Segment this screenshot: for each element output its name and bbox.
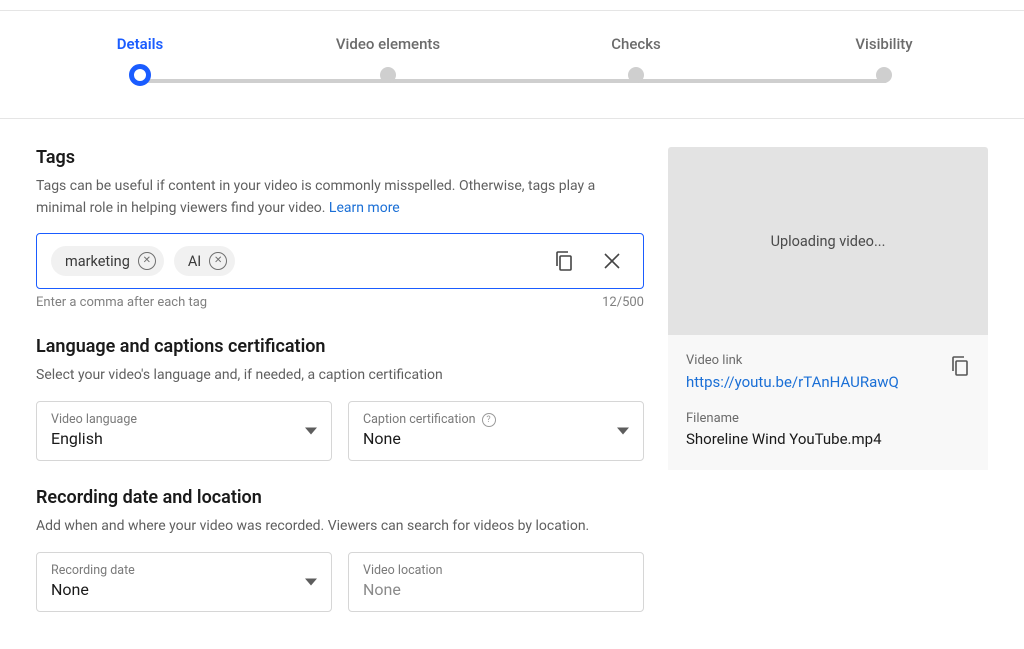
tags-chip-list: marketing ✕ AI ✕ bbox=[51, 246, 235, 276]
tag-chip: marketing ✕ bbox=[51, 246, 164, 276]
video-link[interactable]: https://youtu.be/rTAnHAURawQ bbox=[686, 373, 899, 391]
step-label: Checks bbox=[611, 35, 661, 53]
field-placeholder: None bbox=[363, 580, 629, 599]
tag-chip-label: AI bbox=[188, 253, 201, 270]
remove-tag-icon[interactable]: ✕ bbox=[209, 252, 227, 270]
tags-counter: 12/500 bbox=[602, 295, 644, 310]
chevron-down-icon bbox=[617, 428, 629, 435]
help-icon[interactable]: ? bbox=[482, 413, 496, 427]
field-label: Caption certification ? bbox=[363, 412, 629, 427]
recording-section-title: Recording date and location bbox=[36, 487, 644, 508]
remove-tag-icon[interactable]: ✕ bbox=[138, 252, 156, 270]
tags-desc-text: Tags can be useful if content in your vi… bbox=[36, 178, 595, 216]
step-dot-icon bbox=[628, 67, 644, 83]
language-section-title: Language and captions certification bbox=[36, 336, 644, 357]
tags-section-desc: Tags can be useful if content in your vi… bbox=[36, 176, 644, 219]
step-video-elements[interactable]: Video elements bbox=[338, 35, 438, 86]
step-label: Video elements bbox=[336, 35, 440, 53]
field-value: English bbox=[51, 429, 317, 448]
step-label: Details bbox=[117, 35, 163, 53]
copy-link-icon[interactable] bbox=[950, 355, 970, 377]
video-link-label: Video link bbox=[686, 353, 970, 368]
filename-value: Shoreline Wind YouTube.mp4 bbox=[686, 430, 970, 448]
clear-all-icon[interactable] bbox=[601, 250, 623, 272]
upload-stepper: Details Video elements Checks Visibility bbox=[0, 10, 1024, 119]
step-details[interactable]: Details bbox=[90, 35, 190, 86]
language-section-desc: Select your video's language and, if nee… bbox=[36, 365, 644, 387]
step-dot-icon bbox=[380, 67, 396, 83]
recording-section-desc: Add when and where your video was record… bbox=[36, 516, 644, 538]
chevron-down-icon bbox=[305, 578, 317, 585]
step-dot-icon bbox=[129, 64, 151, 86]
field-label: Video language bbox=[51, 412, 317, 427]
upload-status-text: Uploading video... bbox=[771, 233, 886, 250]
video-meta-panel: Video link https://youtu.be/rTAnHAURawQ … bbox=[668, 335, 988, 470]
chevron-down-icon bbox=[305, 428, 317, 435]
tags-hint: Enter a comma after each tag bbox=[36, 295, 207, 310]
video-language-select[interactable]: Video language English bbox=[36, 401, 332, 461]
field-label: Recording date bbox=[51, 563, 317, 578]
tags-input-box[interactable]: marketing ✕ AI ✕ bbox=[36, 233, 644, 289]
recording-date-select[interactable]: Recording date None bbox=[36, 552, 332, 612]
step-visibility[interactable]: Visibility bbox=[834, 35, 934, 86]
learn-more-link[interactable]: Learn more bbox=[329, 200, 400, 216]
step-checks[interactable]: Checks bbox=[586, 35, 686, 86]
video-preview: Uploading video... bbox=[668, 147, 988, 335]
tag-chip-label: marketing bbox=[65, 253, 130, 270]
caption-cert-select[interactable]: Caption certification ? None bbox=[348, 401, 644, 461]
tag-chip: AI ✕ bbox=[174, 246, 235, 276]
copy-icon[interactable] bbox=[553, 250, 575, 272]
stepper-track bbox=[137, 79, 887, 83]
field-value: None bbox=[363, 429, 629, 448]
caption-cert-label-text: Caption certification bbox=[363, 412, 476, 427]
filename-label: Filename bbox=[686, 411, 970, 426]
field-label: Video location bbox=[363, 563, 629, 578]
field-value: None bbox=[51, 580, 317, 599]
step-dot-icon bbox=[876, 67, 892, 83]
video-location-input[interactable]: Video location None bbox=[348, 552, 644, 612]
step-label: Visibility bbox=[855, 35, 912, 53]
tags-section-title: Tags bbox=[36, 147, 644, 168]
